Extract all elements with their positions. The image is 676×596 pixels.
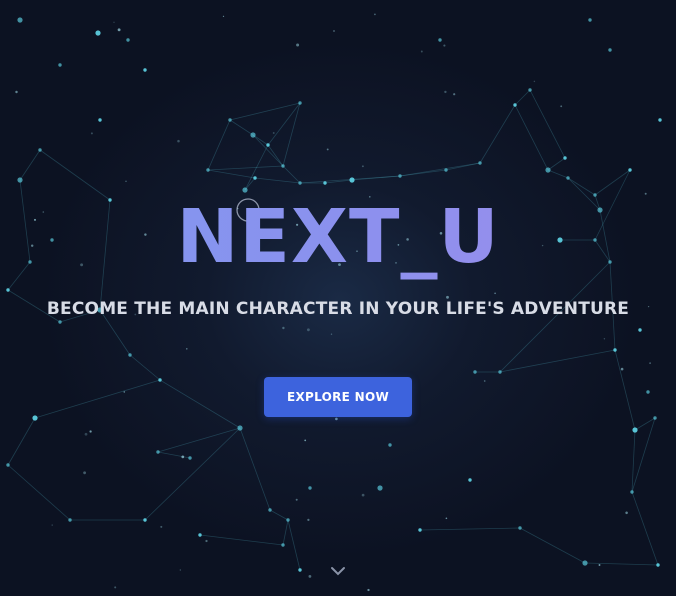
hero-subtitle: BECOME THE MAIN CHARACTER IN YOUR LIFE'S… (46, 299, 630, 319)
chevron-down-icon[interactable] (328, 564, 348, 578)
explore-now-button[interactable]: EXPLORE NOW (264, 377, 412, 417)
hero-section: NEXT_U BECOME THE MAIN CHARACTER IN YOUR… (0, 0, 676, 596)
site-title: NEXT_U (0, 192, 676, 282)
